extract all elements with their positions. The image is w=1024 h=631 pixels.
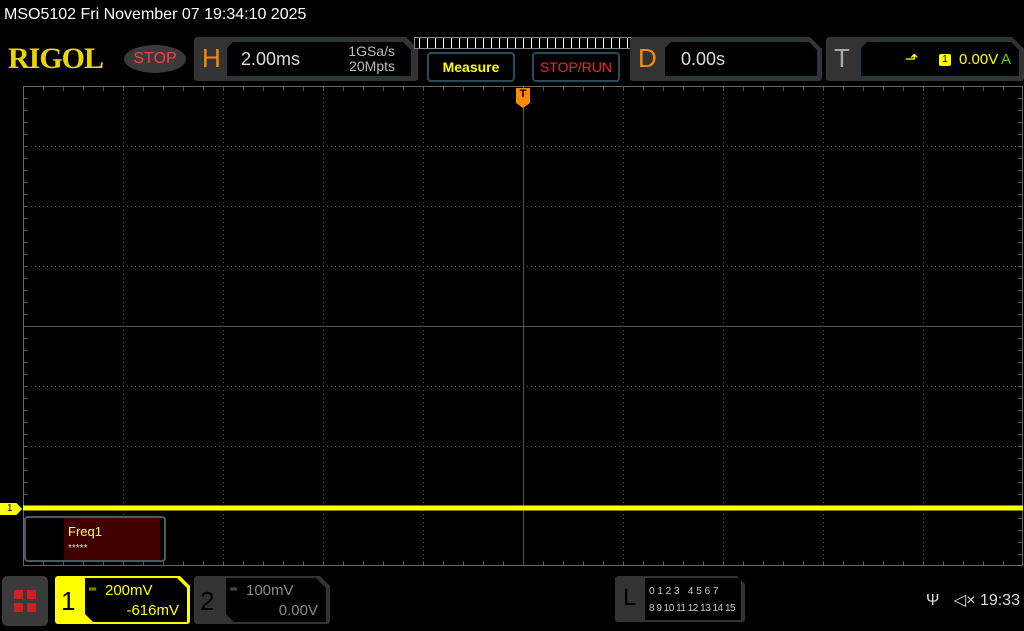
measure-button[interactable]: Measure (427, 52, 515, 82)
mute-icon[interactable]: ◁× (954, 592, 976, 609)
stop-run-button[interactable]: STOP/RUN (532, 52, 620, 82)
rising-edge-icon: ⬏ (905, 51, 919, 68)
channel2-scale: 100mV (246, 582, 294, 599)
logic-label: L (623, 584, 637, 611)
trigger-panel[interactable]: T ⬏ 1 0.00V A (826, 37, 1024, 81)
channel2-panel[interactable]: 2 ═ 100mV 0.00V (194, 576, 330, 624)
usb-icon: Ψ (926, 592, 940, 609)
measurement-result: Freq1 ***** (24, 516, 166, 562)
window-title: MSO5102 Fri November 07 19:34:10 2025 (4, 6, 307, 23)
measurement-value: ***** (68, 543, 88, 554)
channel1-scale: 200mV (105, 582, 153, 599)
delay-label: D (638, 43, 657, 73)
run-state-badge[interactable]: STOP (124, 45, 186, 73)
trigger-level: 0.00V (959, 51, 999, 68)
timebase-value: 2.00ms (241, 49, 301, 69)
channel2-number: 2 (200, 586, 215, 616)
dc-coupling-icon: ═ (89, 584, 97, 595)
channel2-offset: 0.00V (278, 602, 318, 619)
channel1-number: 1 (61, 586, 76, 616)
status-bar: Ψ ◁× 19:33 (926, 590, 1020, 610)
waveform-grid[interactable] (23, 86, 1023, 566)
clock: 19:33 (979, 592, 1020, 609)
dc-coupling-icon: ═ (230, 584, 238, 595)
trigger-mode: A (1001, 51, 1012, 68)
memory-overview-bar[interactable] (414, 37, 634, 49)
logic-panel[interactable]: L 0 1 2 3 4 5 6 7 8 9 10 11 12 13 14 15 (615, 576, 745, 622)
channel1-offset: -616mV (126, 602, 179, 619)
measurement-name: Freq1 (68, 524, 102, 539)
channel1-offset-marker[interactable]: 1 (0, 503, 22, 515)
horizontal-panel[interactable]: H 2.00ms 1GSa/s 20Mpts (194, 37, 418, 81)
delay-panel[interactable]: D 0.00s (630, 37, 822, 81)
main-menu-button[interactable] (2, 576, 48, 626)
grid-menu-icon (14, 590, 36, 612)
delay-value: 0.00s (681, 49, 726, 69)
channel1-panel[interactable]: 1 ═ 200mV -616mV (55, 576, 190, 624)
horizontal-info: 2.00ms 1GSa/s 20Mpts (226, 41, 412, 77)
logic-channels-row1: 0 1 2 3 4 5 6 7 (649, 586, 719, 597)
logic-channels-row2: 8 9 10 11 12 13 14 15 (649, 603, 736, 614)
horizontal-label: H (202, 43, 221, 73)
memory-depth: 20Mpts (349, 58, 395, 74)
trigger-label: T (834, 43, 850, 73)
sample-rate: 1GSa/s (348, 43, 395, 59)
rigol-logo: RIGOL (8, 42, 104, 75)
trigger-source-badge: 1 (939, 54, 951, 66)
